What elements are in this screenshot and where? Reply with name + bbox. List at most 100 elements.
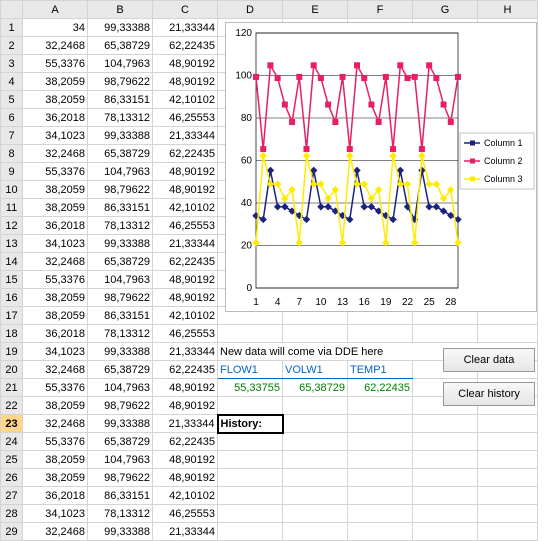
cell[interactable]: 98,79622 <box>88 469 153 487</box>
row-header[interactable]: 12 <box>1 217 23 235</box>
row-header[interactable]: 14 <box>1 253 23 271</box>
cell[interactable] <box>218 325 283 343</box>
cell[interactable]: 32,2468 <box>23 145 88 163</box>
cell[interactable]: 21,33344 <box>153 523 218 541</box>
clear-data-button[interactable]: Clear data <box>443 348 535 372</box>
clear-history-button[interactable]: Clear history <box>443 382 535 406</box>
corner-cell[interactable] <box>1 1 23 19</box>
row-header[interactable]: 21 <box>1 379 23 397</box>
cell[interactable] <box>283 523 348 541</box>
cell[interactable]: 62,22435 <box>348 379 413 397</box>
cell[interactable]: 62,22435 <box>153 253 218 271</box>
cell[interactable] <box>218 487 283 505</box>
cell[interactable]: TEMP1 <box>348 361 413 379</box>
cell[interactable]: 42,10102 <box>153 91 218 109</box>
cell[interactable]: 99,33388 <box>88 19 153 37</box>
cell[interactable]: 98,79622 <box>88 397 153 415</box>
cell[interactable]: 48,90192 <box>153 397 218 415</box>
cell[interactable]: 98,79622 <box>88 289 153 307</box>
cell[interactable]: 86,33151 <box>88 487 153 505</box>
row-header[interactable]: 25 <box>1 451 23 469</box>
cell[interactable]: 86,33151 <box>88 91 153 109</box>
col-header-E[interactable]: E <box>283 1 348 19</box>
cell[interactable]: 62,22435 <box>153 145 218 163</box>
row-header[interactable]: 23 <box>1 415 23 433</box>
cell[interactable]: 65,38729 <box>88 253 153 271</box>
row-header[interactable]: 19 <box>1 343 23 361</box>
cell[interactable]: 104,7963 <box>88 451 153 469</box>
cell[interactable] <box>283 397 348 415</box>
cell[interactable]: 104,7963 <box>88 55 153 73</box>
cell[interactable]: 48,90192 <box>153 163 218 181</box>
cell[interactable] <box>218 469 283 487</box>
col-header-A[interactable]: A <box>23 1 88 19</box>
cell[interactable]: 38,2059 <box>23 91 88 109</box>
cell[interactable]: 32,2468 <box>23 415 88 433</box>
cell[interactable]: 21,33344 <box>153 343 218 361</box>
cell[interactable]: 34 <box>23 19 88 37</box>
cell[interactable] <box>478 451 538 469</box>
cell[interactable]: 48,90192 <box>153 271 218 289</box>
cell[interactable] <box>478 469 538 487</box>
cell[interactable]: 86,33151 <box>88 199 153 217</box>
cell[interactable]: 46,25553 <box>153 217 218 235</box>
cell[interactable]: 38,2059 <box>23 181 88 199</box>
cell[interactable]: 21,33344 <box>153 415 218 433</box>
row-header[interactable]: 7 <box>1 127 23 145</box>
row-header[interactable]: 2 <box>1 37 23 55</box>
cell[interactable]: 34,1023 <box>23 235 88 253</box>
cell[interactable] <box>348 451 413 469</box>
row-header[interactable]: 27 <box>1 487 23 505</box>
cell[interactable]: 32,2468 <box>23 523 88 541</box>
cell[interactable]: 65,38729 <box>283 379 348 397</box>
cell[interactable]: 21,33344 <box>153 235 218 253</box>
col-header-C[interactable]: C <box>153 1 218 19</box>
cell[interactable] <box>283 487 348 505</box>
cell[interactable] <box>348 487 413 505</box>
cell[interactable]: 99,33388 <box>88 343 153 361</box>
cell[interactable] <box>348 523 413 541</box>
cell[interactable]: 46,25553 <box>153 109 218 127</box>
row-header[interactable]: 10 <box>1 181 23 199</box>
cell[interactable]: 99,33388 <box>88 235 153 253</box>
row-header[interactable]: 22 <box>1 397 23 415</box>
cell[interactable] <box>283 505 348 523</box>
row-header[interactable]: 18 <box>1 325 23 343</box>
cell[interactable]: 104,7963 <box>88 163 153 181</box>
cell[interactable]: 104,7963 <box>88 271 153 289</box>
cell[interactable] <box>413 523 478 541</box>
cell[interactable]: 48,90192 <box>153 469 218 487</box>
cell[interactable] <box>413 433 478 451</box>
cell[interactable]: 99,33388 <box>88 415 153 433</box>
row-header[interactable]: 6 <box>1 109 23 127</box>
cell[interactable]: 65,38729 <box>88 145 153 163</box>
cell[interactable]: 21,33344 <box>153 19 218 37</box>
cell[interactable]: 42,10102 <box>153 199 218 217</box>
cell[interactable]: 38,2059 <box>23 73 88 91</box>
cell[interactable]: 38,2059 <box>23 397 88 415</box>
cell[interactable] <box>348 505 413 523</box>
cell[interactable]: 62,22435 <box>153 361 218 379</box>
cell[interactable]: 86,33151 <box>88 307 153 325</box>
cell[interactable]: 55,3376 <box>23 379 88 397</box>
cell[interactable] <box>413 469 478 487</box>
cell[interactable]: 36,2018 <box>23 217 88 235</box>
cell[interactable] <box>218 523 283 541</box>
cell[interactable] <box>348 469 413 487</box>
cell[interactable]: 62,22435 <box>153 433 218 451</box>
cell[interactable] <box>478 415 538 433</box>
row-header[interactable]: 1 <box>1 19 23 37</box>
cell[interactable]: 78,13312 <box>88 217 153 235</box>
row-header[interactable]: 29 <box>1 523 23 541</box>
row-header[interactable]: 16 <box>1 289 23 307</box>
col-header-F[interactable]: F <box>348 1 413 19</box>
cell[interactable]: History: <box>218 415 283 433</box>
cell[interactable]: 99,33388 <box>88 523 153 541</box>
cell[interactable]: 104,7963 <box>88 379 153 397</box>
cell[interactable] <box>478 433 538 451</box>
cell[interactable]: 78,13312 <box>88 109 153 127</box>
cell[interactable]: 98,79622 <box>88 181 153 199</box>
cell[interactable] <box>413 325 478 343</box>
cell[interactable] <box>283 469 348 487</box>
col-header-H[interactable]: H <box>478 1 538 19</box>
